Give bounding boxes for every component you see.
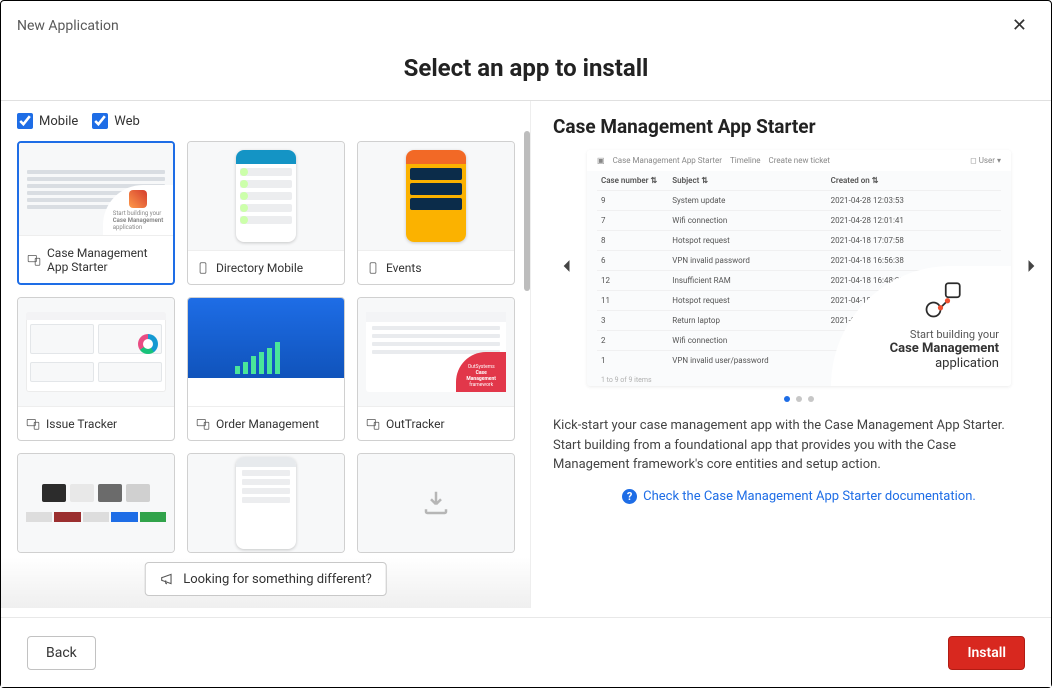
filter-web[interactable]: Web [92,113,140,129]
detail-panel: Case Management App Starter ▣ Case Manag… [531,101,1051,608]
app-card-outtracker[interactable]: OutSystemsCase Managementframework OutTr… [357,297,515,441]
app-card-label: Events [386,261,422,275]
responsive-icon [27,253,41,267]
looking-different-button[interactable]: Looking for something different? [144,562,387,596]
app-thumbnail [188,454,344,552]
app-card-label: Directory Mobile [216,261,303,275]
filter-mobile-checkbox[interactable] [17,113,33,129]
app-thumbnail: OutSystemsCase Managementframework [358,298,514,406]
detail-description: Kick-start your case management app with… [553,416,1045,475]
app-card-partial-2[interactable] [187,453,345,553]
chevron-right-icon [1021,256,1041,276]
scrollbar[interactable] [524,131,530,291]
responsive-icon [366,417,380,431]
mobile-icon [366,261,380,275]
cta-label: Looking for something different? [183,572,372,587]
app-card-label: Issue Tracker [46,417,117,431]
app-card-directory-mobile[interactable]: Directory Mobile [187,141,345,285]
app-thumbnail [18,298,174,406]
app-thumbnail [358,142,514,250]
app-card-order-management[interactable]: Order Management [187,297,345,441]
app-thumbnail [188,298,344,406]
close-button[interactable]: ✕ [1004,11,1035,40]
carousel-dot[interactable] [784,396,790,402]
mobile-icon [196,261,210,275]
app-card-issue-tracker[interactable]: Issue Tracker [17,297,175,441]
app-card-case-management[interactable]: Start building yourCase Managementapplic… [17,141,175,285]
app-thumbnail [358,454,514,552]
filter-web-label: Web [114,114,140,129]
app-card-partial-1[interactable] [17,453,175,553]
page-title: Select an app to install [1,46,1051,100]
filter-mobile-label: Mobile [39,114,78,129]
app-thumbnail: Start building yourCase Managementapplic… [19,143,173,235]
app-preview-image: ▣ Case Management App Starter Timeline C… [587,150,1011,386]
carousel-dots [553,396,1045,402]
install-button[interactable]: Install [948,636,1025,670]
carousel-next-button[interactable] [1017,252,1045,284]
app-thumbnail [188,142,344,250]
carousel-dot[interactable] [796,396,802,402]
filter-mobile[interactable]: Mobile [17,113,78,129]
app-card-label: OutTracker [386,417,445,431]
app-thumbnail [18,454,174,552]
detail-title: Case Management App Starter [553,115,1045,138]
responsive-icon [196,417,210,431]
app-list-panel: Mobile Web Start building yourCase Manag… [1,101,531,608]
app-card-upload[interactable] [357,453,515,553]
filter-web-checkbox[interactable] [92,113,108,129]
chevron-left-icon [557,256,577,276]
back-button[interactable]: Back [27,636,96,670]
help-icon: ? [622,489,637,504]
documentation-link[interactable]: Check the Case Management App Starter do… [643,489,976,504]
megaphone-icon [159,571,175,587]
case-management-icon [923,278,965,320]
responsive-icon [26,417,40,431]
app-card-label: Case Management App Starter [47,246,165,274]
close-icon: ✕ [1012,15,1027,36]
carousel-prev-button[interactable] [553,252,581,284]
app-card-events[interactable]: Events [357,141,515,285]
dialog-title: New Application [17,18,119,34]
app-card-label: Order Management [216,417,319,431]
download-icon [421,488,451,518]
carousel-dot[interactable] [808,396,814,402]
